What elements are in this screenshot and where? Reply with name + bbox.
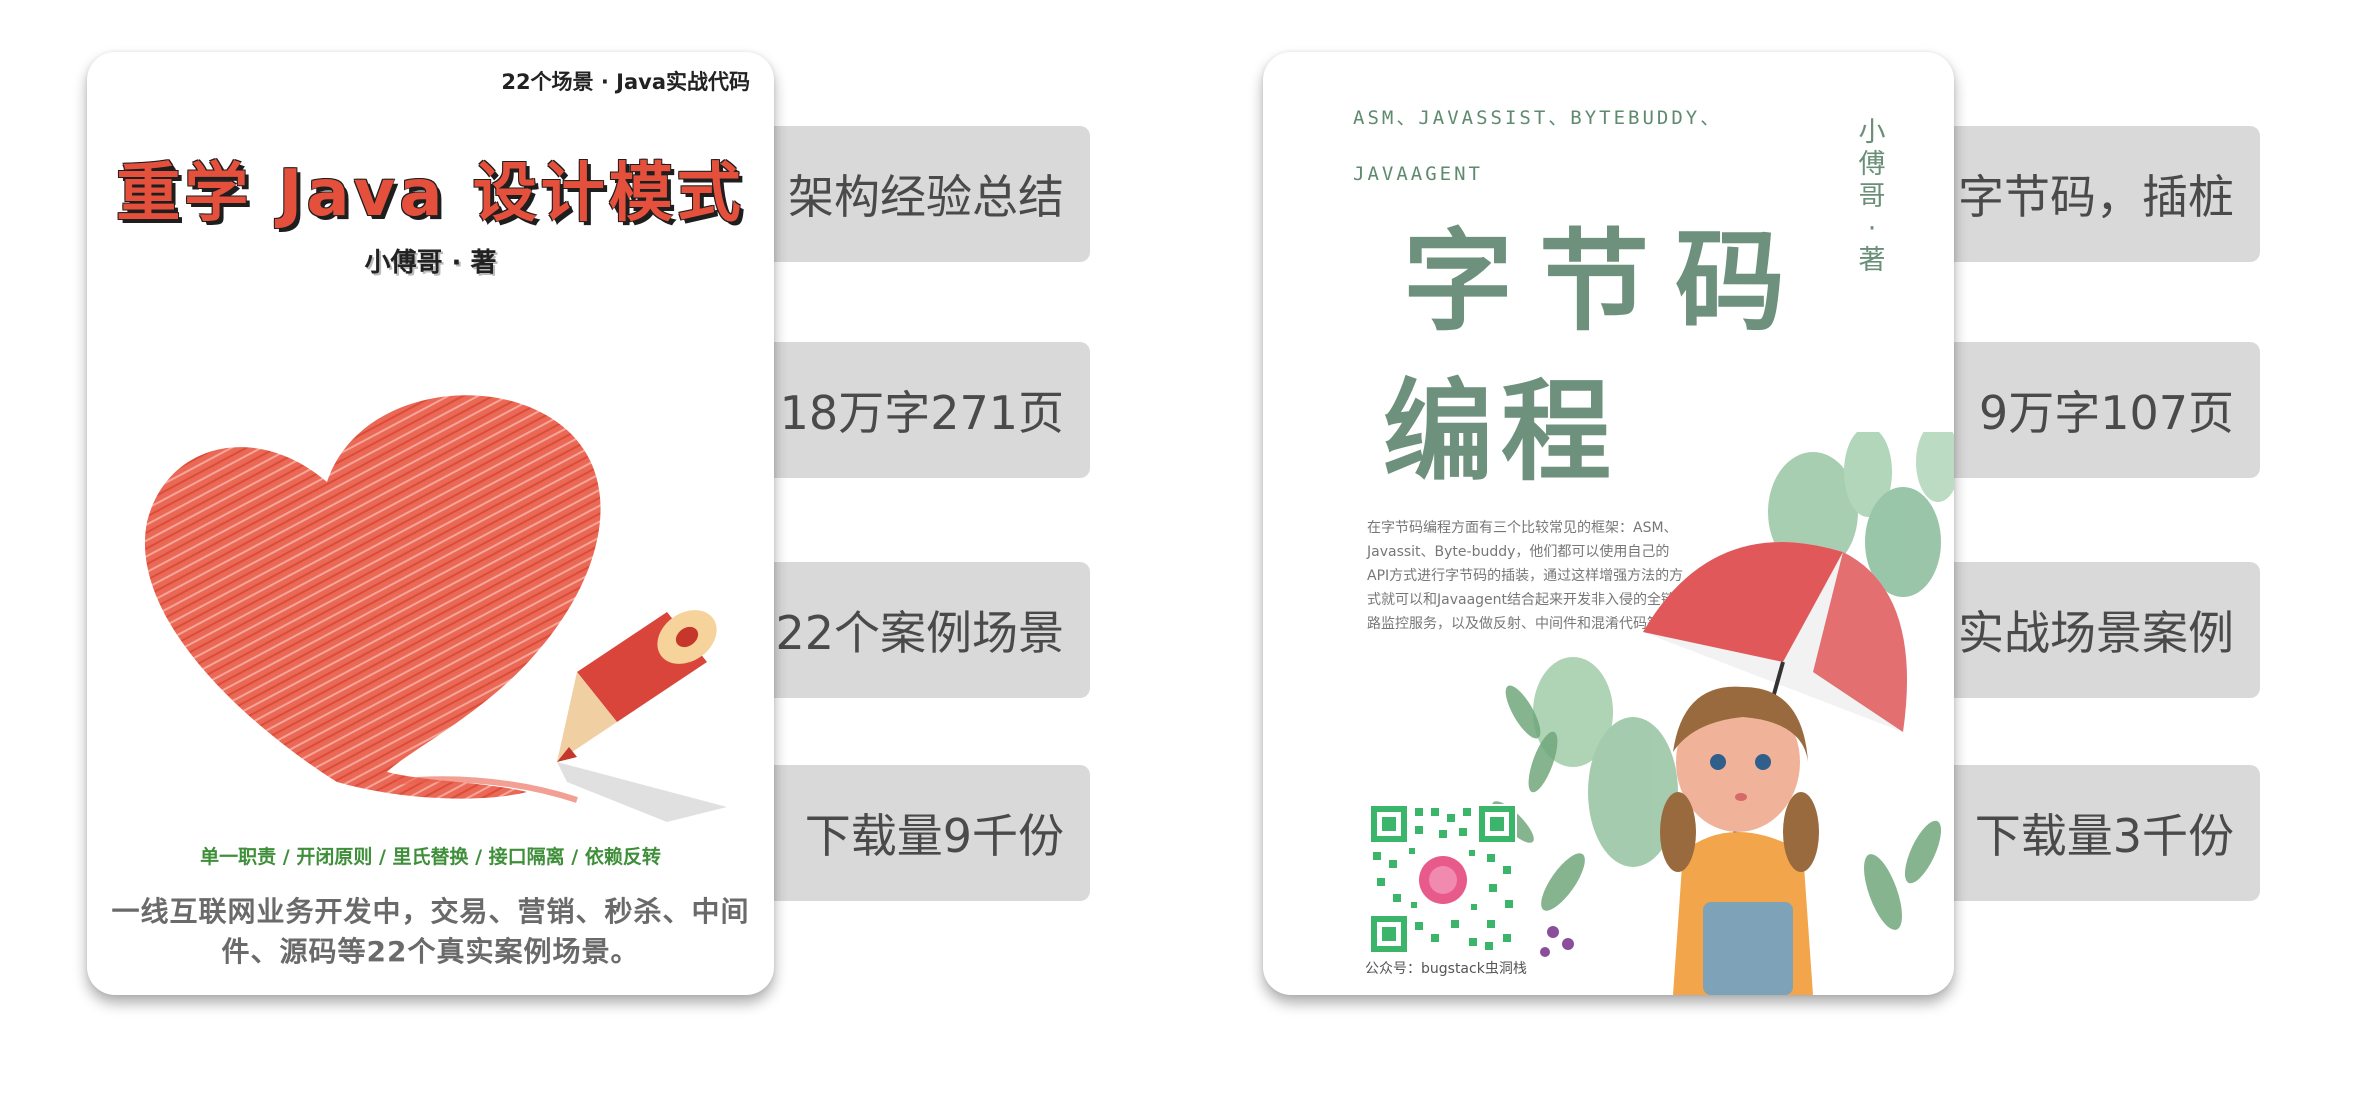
- book1-description: 一线互联网业务开发中，交易、营销、秒杀、中间件、源码等22个真实案例场景。: [111, 895, 750, 968]
- book2-author: 小傅哥 · 著: [1858, 117, 1886, 276]
- book2-tag-bytecode: 字节码，插桩: [1938, 126, 2260, 262]
- book2-title-line1: 字节码: [1403, 218, 1811, 346]
- book1-top-line: 22个场景 · Java实战代码: [501, 70, 750, 94]
- book1-tag-wordcount: 18万字271页: [760, 342, 1090, 478]
- book1-title: 重学 Java 设计模式: [116, 157, 745, 231]
- qr-code-icon: [1369, 804, 1517, 954]
- book2-tech-list: ASM、JAVASSIST、BYTEBUDDY、JAVAAGENT: [1353, 107, 1723, 185]
- book2-tag-downloads: 下载量3千份: [1938, 765, 2260, 901]
- girl-with-umbrella-illustration: [1492, 432, 1954, 995]
- book1-tag-cases: 22个案例场景: [760, 562, 1090, 698]
- book2-cover[interactable]: ASM、JAVASSIST、BYTEBUDDY、JAVAAGENT 小傅哥 · …: [1263, 52, 1954, 995]
- book1-cover[interactable]: 22个场景 · Java实战代码 重学 Java 设计模式 小傅哥 · 著 单一…: [87, 52, 774, 995]
- book1-author: 小傅哥 · 著: [364, 248, 497, 278]
- book2-tag-cases: 实战场景案例: [1938, 562, 2260, 698]
- book1-tag-architecture: 架构经验总结: [760, 126, 1090, 262]
- red-pencil-icon: [557, 610, 727, 822]
- book1-principles: 单一职责 / 开闭原则 / 里氏替换 / 接口隔离 / 依赖反转: [200, 846, 661, 868]
- book1-tag-downloads: 下载量9千份: [760, 765, 1090, 901]
- book2-qr-label: 公众号：bugstack虫洞栈: [1365, 961, 1527, 977]
- book2-tag-wordcount: 9万字107页: [1938, 342, 2260, 478]
- crayon-heart-icon: [144, 395, 727, 822]
